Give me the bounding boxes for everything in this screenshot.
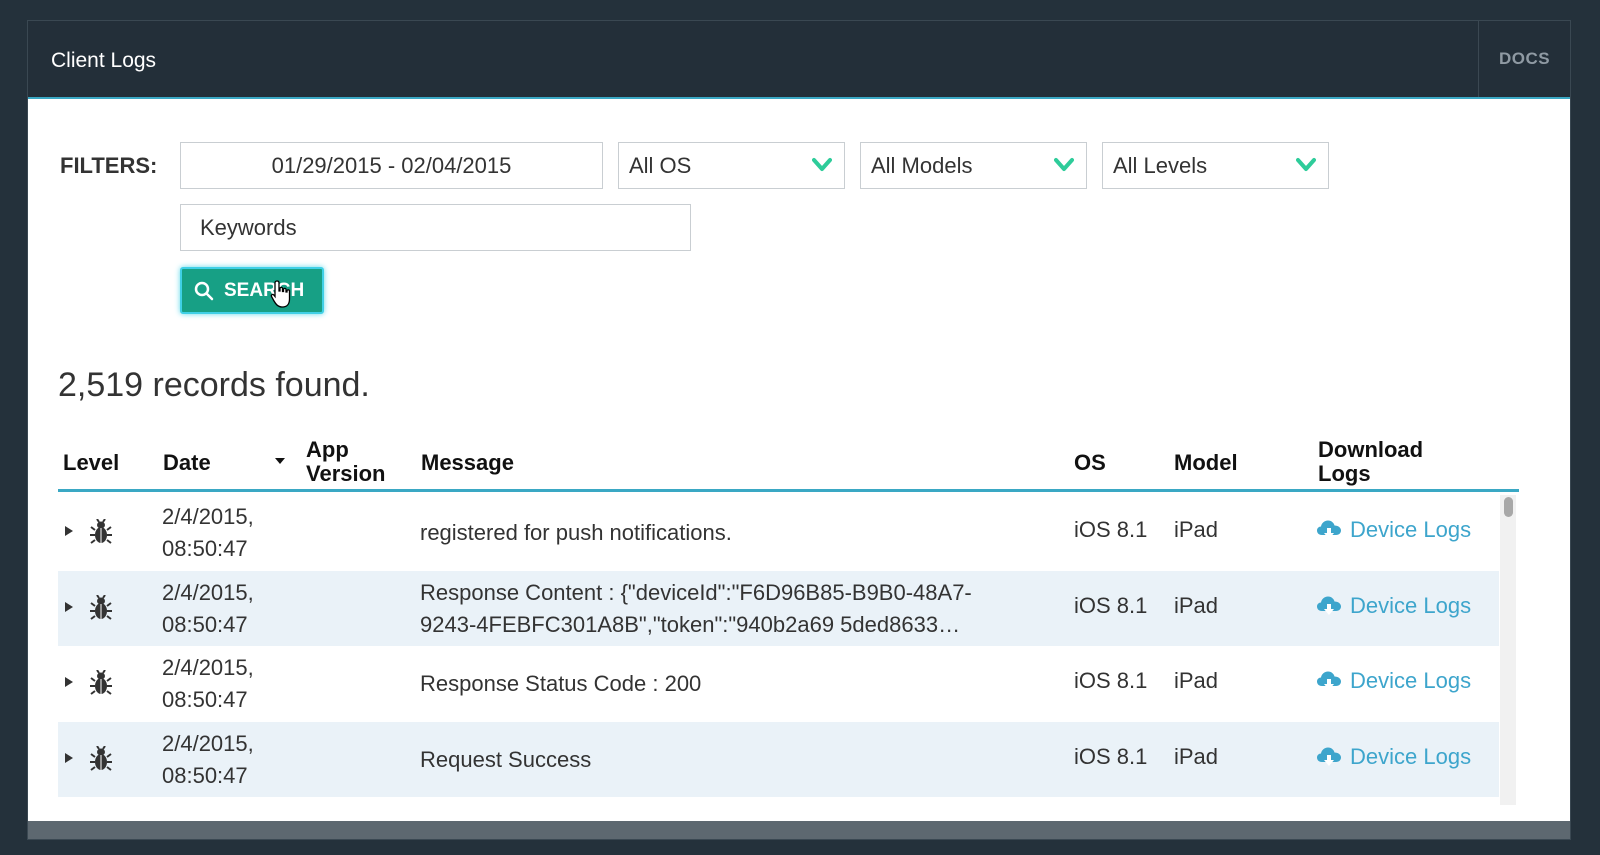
- cloud-download-icon: [1317, 596, 1341, 615]
- column-header-os[interactable]: OS: [1074, 451, 1106, 475]
- log-table-body: 2/4/2015, 08:50:47 registered for push no…: [58, 495, 1499, 797]
- sort-caret-icon[interactable]: [274, 457, 286, 465]
- row-model: iPad: [1174, 592, 1219, 618]
- device-logs-link[interactable]: Device Logs: [1316, 517, 1471, 543]
- bug-icon: [90, 670, 112, 695]
- chevron-down-icon: [812, 158, 832, 171]
- device-logs-label: Device Logs: [1350, 592, 1472, 618]
- row-os: iOS 8.1: [1074, 592, 1148, 618]
- os-select[interactable]: All OS: [618, 142, 845, 189]
- bottom-strip: [28, 821, 1570, 839]
- models-select-value: All Models: [871, 152, 973, 178]
- table-header: Level Date App Version Message OS Model …: [58, 436, 1519, 492]
- expand-arrow-icon[interactable]: [64, 601, 74, 613]
- row-os: iOS 8.1: [1074, 743, 1148, 769]
- keywords-input[interactable]: [180, 204, 691, 251]
- row-message: Response Status Code : 200: [420, 671, 702, 696]
- device-logs-label: Device Logs: [1350, 743, 1472, 769]
- row-model: iPad: [1174, 668, 1219, 693]
- column-header-model[interactable]: Model: [1174, 451, 1238, 475]
- device-logs-link[interactable]: Device Logs: [1316, 593, 1471, 619]
- docs-link[interactable]: DOCS: [1478, 21, 1570, 97]
- expand-arrow-icon[interactable]: [64, 525, 74, 537]
- cloud-download-icon: [1317, 747, 1341, 766]
- cloud-download-icon: [1317, 520, 1341, 539]
- column-header-download-logs[interactable]: Download Logs: [1318, 438, 1448, 486]
- column-header-date[interactable]: Date: [163, 451, 211, 475]
- row-date: 2/4/2015, 08:50:47: [162, 504, 254, 561]
- row-os: iOS 8.1: [1074, 517, 1148, 542]
- column-header-message[interactable]: Message: [421, 451, 514, 475]
- filters-label: FILTERS:: [60, 153, 158, 178]
- search-icon: [194, 281, 214, 300]
- device-logs-link[interactable]: Device Logs: [1316, 668, 1471, 694]
- row-model: iPad: [1174, 743, 1219, 769]
- levels-select-value: All Levels: [1113, 152, 1208, 178]
- row-date: 2/4/2015, 08:50:47: [162, 579, 254, 637]
- search-button[interactable]: SEARCH: [180, 267, 324, 314]
- date-range-value: 01/29/2015 - 02/04/2015: [271, 152, 512, 178]
- table-row[interactable]: 2/4/2015, 08:50:47 registered for push no…: [58, 495, 1499, 571]
- row-message: registered for push notifications.: [420, 520, 732, 545]
- row-date: 2/4/2015, 08:50:47: [162, 730, 254, 788]
- client-logs-panel: Client Logs DOCS FILTERS: 01/29/2015 - 0…: [27, 20, 1571, 840]
- table-row[interactable]: 2/4/2015, 08:50:47 Response Content : {"d…: [58, 570, 1499, 646]
- device-logs-label: Device Logs: [1350, 517, 1472, 542]
- row-model: iPad: [1174, 517, 1219, 542]
- row-date: 2/4/2015, 08:50:47: [162, 655, 254, 712]
- column-header-level[interactable]: Level: [63, 451, 119, 475]
- cloud-download-icon: [1317, 671, 1341, 690]
- chevron-down-icon: [1296, 158, 1316, 171]
- table-row[interactable]: 2/4/2015, 08:50:47 Request Success iOS 8.…: [58, 721, 1499, 797]
- row-os: iOS 8.1: [1074, 668, 1148, 693]
- bug-icon: [90, 594, 112, 620]
- models-select[interactable]: All Models: [860, 142, 1087, 189]
- scrollbar-thumb[interactable]: [1504, 497, 1513, 517]
- date-range-field[interactable]: 01/29/2015 - 02/04/2015: [180, 142, 603, 189]
- hand-cursor-icon: [270, 280, 291, 308]
- expand-arrow-icon[interactable]: [64, 752, 74, 764]
- row-message: Response Content : {"deviceId":"F6D96B85…: [420, 579, 972, 637]
- row-message: Request Success: [420, 746, 592, 772]
- records-count: 2,519 records found.: [58, 366, 370, 404]
- column-header-app-version[interactable]: App Version: [306, 438, 401, 486]
- page-title: Client Logs: [51, 49, 157, 72]
- device-logs-label: Device Logs: [1350, 668, 1472, 693]
- levels-select[interactable]: All Levels: [1102, 142, 1329, 189]
- top-bar: Client Logs DOCS: [28, 21, 1570, 99]
- os-select-value: All OS: [629, 152, 692, 178]
- table-row[interactable]: 2/4/2015, 08:50:47 Response Status Code :…: [58, 646, 1499, 722]
- expand-arrow-icon[interactable]: [64, 676, 74, 688]
- table-scrollbar[interactable]: [1500, 495, 1516, 805]
- chevron-down-icon: [1054, 158, 1074, 171]
- bug-icon: [90, 519, 112, 544]
- device-logs-link[interactable]: Device Logs: [1316, 744, 1471, 770]
- bug-icon: [90, 745, 112, 771]
